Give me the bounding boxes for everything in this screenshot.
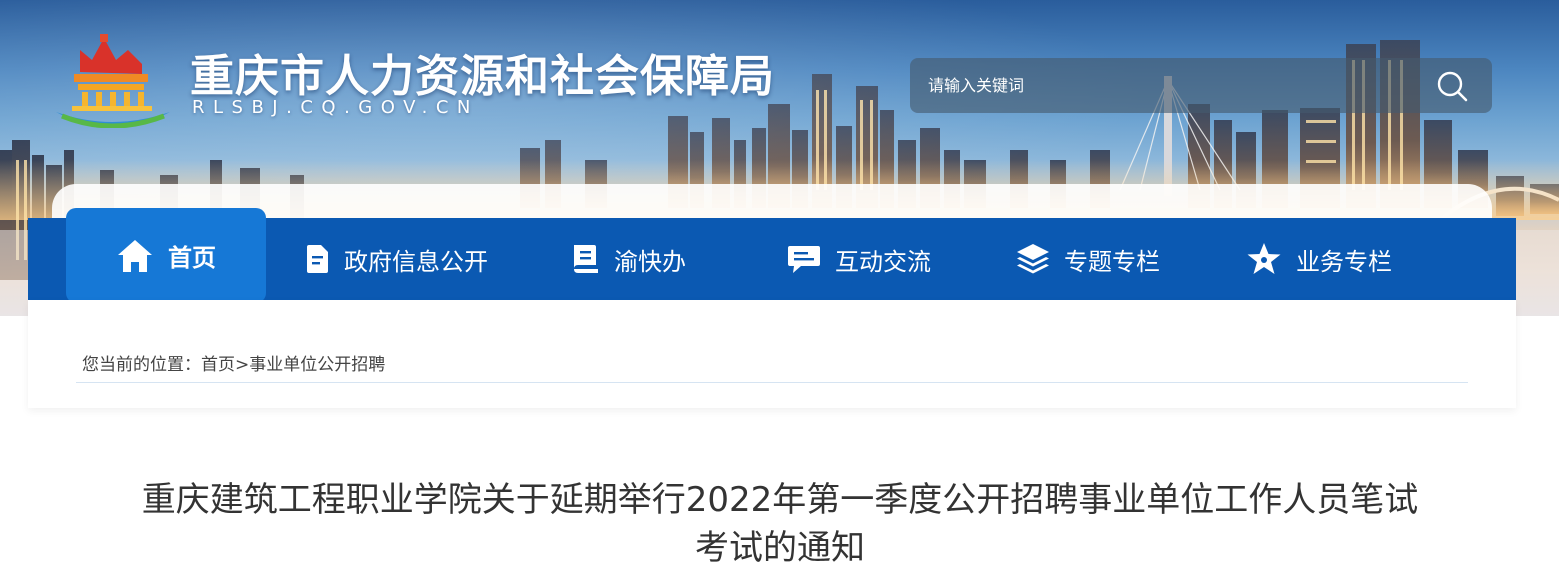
article-title-line-1: 重庆建筑工程职业学院关于延期举行2022年第一季度公开招聘事业单位工作人员笔试	[141, 480, 1419, 520]
nav-item-home[interactable]: 首页	[66, 208, 266, 303]
book-icon	[574, 245, 598, 273]
article-title: 重庆建筑工程职业学院关于延期举行2022年第一季度公开招聘事业单位工作人员笔试 …	[60, 476, 1500, 572]
nav-item-yukuaiban[interactable]: 渝快办	[570, 218, 686, 300]
site-domain: RLSBJ.CQ.GOV.CN	[192, 97, 479, 118]
search-icon[interactable]	[1436, 70, 1468, 102]
breadcrumb-separator: >	[235, 355, 250, 375]
emblem-logo-icon	[56, 34, 170, 128]
chat-icon	[788, 246, 820, 273]
nav-item-gov-info[interactable]: 政府信息公开	[306, 218, 488, 300]
document-icon	[307, 245, 328, 273]
home-icon	[118, 239, 152, 272]
nav-item-label: 专题专栏	[1064, 247, 1160, 276]
breadcrumb-current-link[interactable]: 事业单位公开招聘	[249, 355, 385, 375]
breadcrumb-prefix: 您当前的位置：	[82, 355, 201, 375]
nav-item-label: 政府信息公开	[344, 247, 488, 276]
breadcrumb-divider	[76, 382, 1468, 383]
nav-item-interaction[interactable]: 互动交流	[787, 218, 931, 300]
star-icon	[1247, 243, 1281, 274]
breadcrumb-home-link[interactable]: 首页	[201, 355, 235, 375]
site-title[interactable]: 重庆市人力资源和社会保障局	[190, 40, 775, 104]
search-box	[910, 58, 1492, 113]
nav-item-label: 渝快办	[614, 247, 686, 276]
nav-item-label: 互动交流	[835, 247, 931, 276]
nav-item-business[interactable]: 业务专栏	[1246, 218, 1392, 300]
layers-icon	[1017, 244, 1049, 274]
nav-item-label: 首页	[168, 244, 216, 272]
article-title-line-2: 考试的通知	[695, 528, 865, 568]
nav-item-label: 业务专栏	[1296, 247, 1392, 276]
nav-item-special-topics[interactable]: 专题专栏	[1016, 218, 1160, 300]
search-input[interactable]	[910, 58, 1410, 113]
breadcrumb: 您当前的位置：首页>事业单位公开招聘	[82, 350, 385, 375]
